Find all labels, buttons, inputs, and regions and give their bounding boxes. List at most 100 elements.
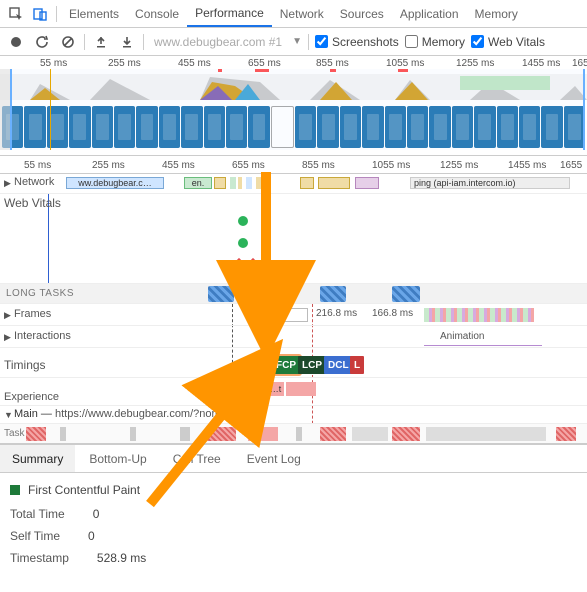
network-track[interactable]: ▶ Network ww.debugbear.c… en. ping (api-… xyxy=(0,174,587,194)
long-task-block[interactable] xyxy=(392,286,420,302)
network-request[interactable]: en. xyxy=(184,177,212,189)
network-request[interactable] xyxy=(256,177,262,189)
timing-dcl[interactable]: DCL xyxy=(324,356,353,374)
reload-icon[interactable] xyxy=(32,32,52,52)
task-block[interactable] xyxy=(206,427,236,441)
detail-tab-call-tree[interactable]: Call Tree xyxy=(161,445,233,472)
filmstrip-frame[interactable] xyxy=(295,106,316,148)
frame-block[interactable] xyxy=(252,308,308,322)
inspect-icon[interactable] xyxy=(4,2,28,26)
profile-title[interactable]: www.debugbear.com #1 xyxy=(154,35,282,49)
overview-panel[interactable]: 55 ms255 ms455 ms655 ms855 ms1055 ms1255… xyxy=(0,56,587,156)
long-task-block[interactable] xyxy=(208,286,234,302)
filmstrip-frame[interactable] xyxy=(340,106,361,148)
network-request[interactable] xyxy=(318,177,350,189)
filmstrip-frame[interactable] xyxy=(519,106,540,148)
detail-tab-event-log[interactable]: Event Log xyxy=(235,445,313,472)
detail-tab-summary[interactable]: Summary xyxy=(0,445,75,472)
webvitals-checkbox[interactable] xyxy=(471,35,484,48)
task-block[interactable] xyxy=(248,427,278,441)
task-block[interactable] xyxy=(26,427,46,441)
network-request[interactable] xyxy=(355,177,379,189)
web-vitals-track[interactable]: Web Vitals xyxy=(0,194,587,284)
devtools-tab-application[interactable]: Application xyxy=(392,0,467,27)
fcp-marker[interactable] xyxy=(238,216,248,226)
network-request[interactable] xyxy=(238,177,242,189)
expand-icon[interactable]: ▶ xyxy=(4,310,11,321)
long-task-block[interactable] xyxy=(248,286,278,302)
task-block[interactable] xyxy=(320,427,346,441)
filmstrip-frame[interactable] xyxy=(271,106,294,148)
expand-icon[interactable]: ▶ xyxy=(4,178,11,189)
devtools-tab-elements[interactable]: Elements xyxy=(61,0,127,27)
record-icon[interactable] xyxy=(6,32,26,52)
lcp-marker[interactable] xyxy=(238,238,248,248)
devtools-tab-network[interactable]: Network xyxy=(272,0,332,27)
long-task-block[interactable] xyxy=(320,286,346,302)
network-request[interactable] xyxy=(214,177,226,189)
network-request[interactable]: ww.debugbear.c… xyxy=(66,177,164,189)
filmstrip-frame[interactable] xyxy=(317,106,338,148)
filmstrip-frame[interactable] xyxy=(92,106,113,148)
filmstrip-frame[interactable] xyxy=(429,106,450,148)
main-track-header[interactable]: ▼ Main — https://www.debugbear.com/?nore… xyxy=(0,406,587,424)
filmstrip-frame[interactable] xyxy=(474,106,495,148)
task-block[interactable] xyxy=(556,427,576,441)
filmstrip-frame[interactable] xyxy=(69,106,90,148)
save-icon[interactable] xyxy=(117,32,137,52)
task-row[interactable]: Task xyxy=(0,424,587,444)
experience-block[interactable] xyxy=(286,382,316,396)
task-block[interactable] xyxy=(352,427,388,441)
task-block[interactable] xyxy=(60,427,66,441)
timing-fp[interactable]: FP xyxy=(253,356,274,374)
task-block[interactable] xyxy=(392,427,420,441)
task-block[interactable] xyxy=(130,427,136,441)
collapse-icon[interactable]: ▼ xyxy=(4,410,13,420)
filmstrip-frame[interactable] xyxy=(181,106,202,148)
dropdown-icon[interactable]: ▼ xyxy=(292,36,302,47)
screenshots-checkbox[interactable] xyxy=(315,35,328,48)
cls-marker[interactable] xyxy=(246,258,260,272)
filmstrip-frame[interactable] xyxy=(114,106,135,148)
interactions-track[interactable]: ▶ Interactions Animation xyxy=(0,326,587,348)
opt-webvitals[interactable]: Web Vitals xyxy=(471,35,545,49)
filmstrip-frame[interactable] xyxy=(204,106,225,148)
opt-screenshots[interactable]: Screenshots xyxy=(315,35,399,49)
filmstrip-frame[interactable] xyxy=(362,106,383,148)
devtools-tab-memory[interactable]: Memory xyxy=(467,0,526,27)
devtools-tab-performance[interactable]: Performance xyxy=(187,0,272,27)
filmstrip-frame[interactable] xyxy=(541,106,562,148)
filmstrip-frame[interactable] xyxy=(24,106,45,148)
network-request[interactable] xyxy=(300,177,314,189)
filmstrip-frame[interactable] xyxy=(136,106,157,148)
load-icon[interactable] xyxy=(91,32,111,52)
task-block[interactable] xyxy=(296,427,302,441)
filmstrip-frame[interactable] xyxy=(385,106,406,148)
flame-chart[interactable]: 55 ms255 ms455 ms655 ms855 ms1055 ms1255… xyxy=(0,156,587,445)
devtools-tab-console[interactable]: Console xyxy=(127,0,187,27)
cls-marker[interactable] xyxy=(232,258,246,272)
devtools-tab-sources[interactable]: Sources xyxy=(332,0,392,27)
filmstrip-frame[interactable] xyxy=(497,106,518,148)
timing-lcp[interactable]: LCP xyxy=(298,356,326,374)
toggle-device-icon[interactable] xyxy=(28,2,52,26)
filmstrip-frame[interactable] xyxy=(452,106,473,148)
task-block[interactable] xyxy=(426,427,546,441)
network-request[interactable] xyxy=(230,177,236,189)
filmstrip-frame[interactable] xyxy=(564,106,585,148)
experience-block[interactable]: L…t xyxy=(262,382,284,396)
timings-track[interactable]: Timings FPFCPLCPDCLL xyxy=(0,352,587,378)
expand-icon[interactable]: ▶ xyxy=(4,332,11,343)
filmstrip-frame[interactable] xyxy=(2,106,23,148)
filmstrip-frame[interactable] xyxy=(226,106,247,148)
filmstrip-frame[interactable] xyxy=(159,106,180,148)
timing-fcp[interactable]: FCP xyxy=(272,356,300,374)
memory-checkbox[interactable] xyxy=(405,35,418,48)
timing-l[interactable]: L xyxy=(350,356,364,374)
frames-track[interactable]: ▶ Frames 216.8 ms 166.8 ms xyxy=(0,304,587,326)
filmstrip-frame[interactable] xyxy=(248,106,269,148)
detail-tab-bottom-up[interactable]: Bottom-Up xyxy=(77,445,158,472)
network-request[interactable] xyxy=(246,177,252,189)
filmstrip-frame[interactable] xyxy=(407,106,428,148)
long-tasks-track[interactable]: LONG TASKS xyxy=(0,284,587,304)
